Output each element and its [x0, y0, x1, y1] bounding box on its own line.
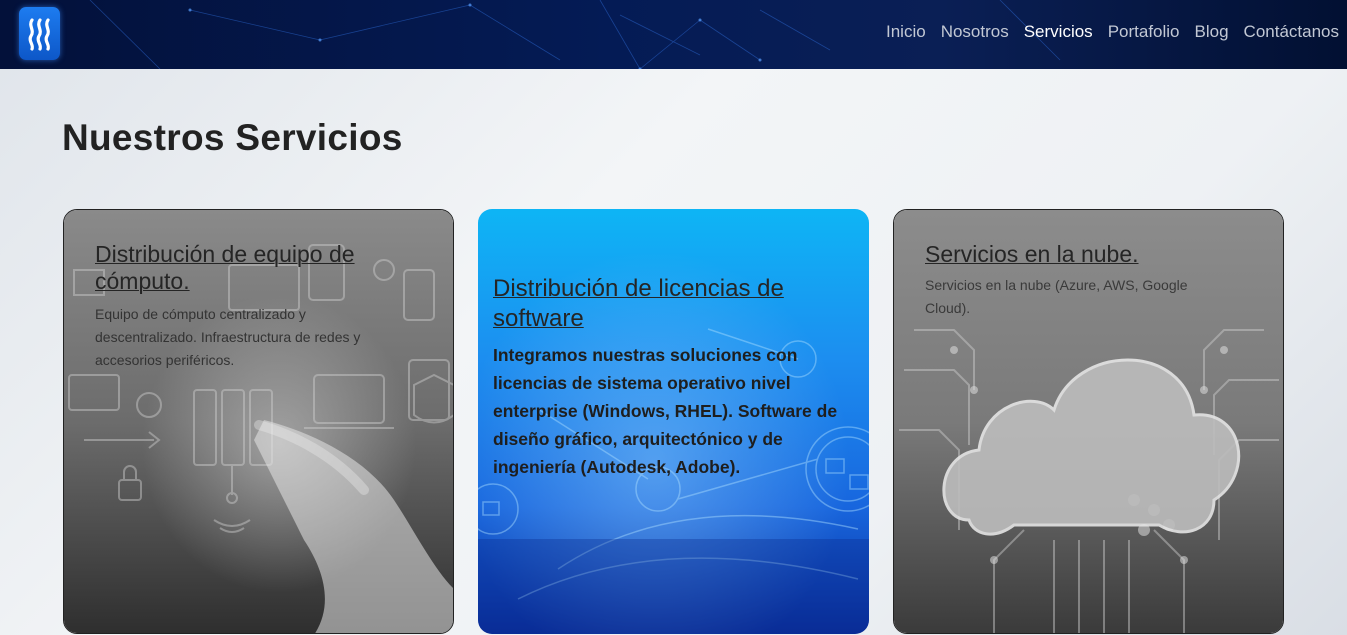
service-card-nube[interactable]: Servicios en la nube. Servicios en la nu…	[893, 209, 1284, 634]
main-navigation: Inicio Nosotros Servicios Portafolio Blo…	[886, 22, 1339, 42]
page-title: Nuestros Servicios	[62, 117, 403, 158]
nav-nosotros[interactable]: Nosotros	[941, 22, 1009, 42]
card-title-equipo[interactable]: Distribución de equipo de cómputo.	[95, 241, 395, 295]
card-description-nube: Servicios en la nube (Azure, AWS, Google…	[925, 277, 1188, 316]
card-title-licencias[interactable]: Distribución de licencias de software	[493, 274, 823, 334]
nav-contactanos[interactable]: Contáctanos	[1244, 22, 1339, 42]
service-card-equipo[interactable]: Distribución de equipo de cómputo. Equip…	[63, 209, 454, 634]
nav-blog[interactable]: Blog	[1195, 22, 1229, 42]
site-header: Inicio Nosotros Servicios Portafolio Blo…	[0, 0, 1347, 69]
nav-servicios[interactable]: Servicios	[1024, 22, 1093, 42]
card-description-licencias: Integramos nuestras soluciones con licen…	[493, 345, 838, 477]
nav-portafolio[interactable]: Portafolio	[1108, 22, 1180, 42]
nav-inicio[interactable]: Inicio	[886, 22, 926, 42]
steem-logo-icon[interactable]	[19, 7, 60, 60]
card-description-equipo: Equipo de cómputo centralizado y descent…	[95, 306, 361, 368]
service-card-licencias[interactable]: Distribución de licencias de software In…	[478, 209, 869, 634]
card-title-nube[interactable]: Servicios en la nube.	[925, 241, 1245, 268]
